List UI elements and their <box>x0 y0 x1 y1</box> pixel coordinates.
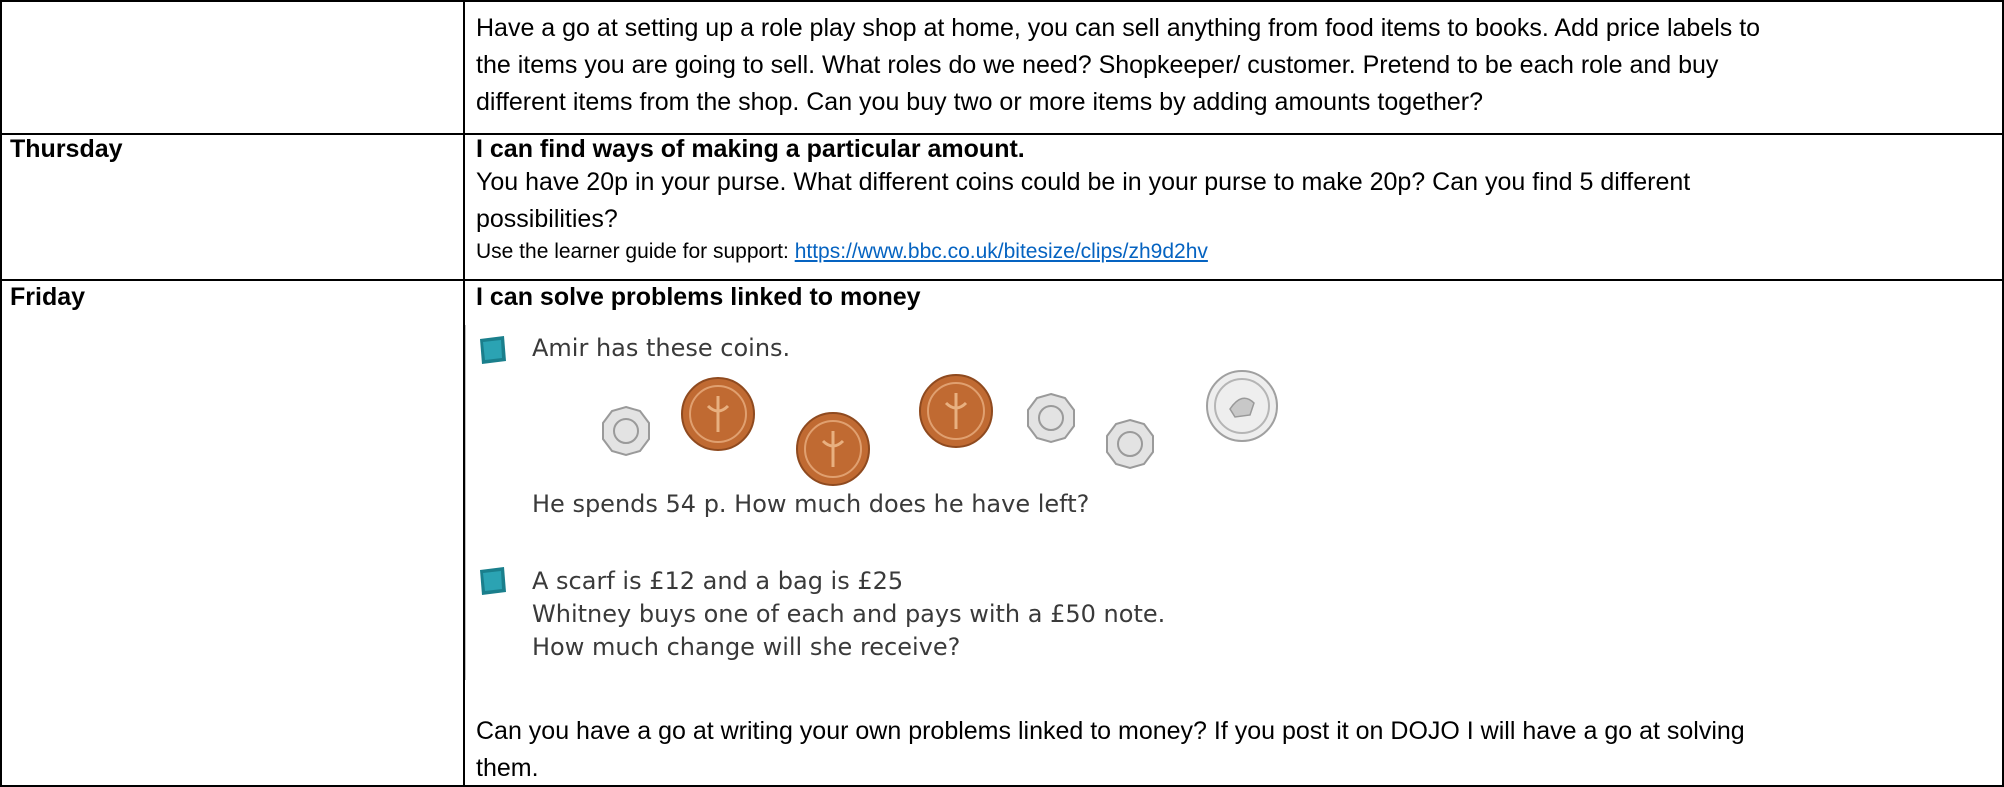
coin-icon <box>796 412 870 486</box>
table-border-top <box>0 0 2004 2</box>
question-1-text: He spends 54 p. How much does he have le… <box>532 490 1090 518</box>
bitesize-link[interactable]: https://www.bbc.co.uk/bitesize/clips/zh9… <box>795 240 1208 263</box>
thursday-heading: I can find ways of making a particular a… <box>476 135 1025 163</box>
question-2-line: A scarf is £12 and a bag is £25 <box>532 567 904 595</box>
coin-icon <box>602 405 650 457</box>
coin-icon <box>919 374 993 448</box>
day-label-thursday: Thursday <box>10 135 123 163</box>
question-2-line: How much change will she receive? <box>532 633 961 661</box>
question-2-text: A scarf is £12 and a bag is £25 Whitney … <box>532 565 1165 664</box>
role-play-paragraph: Have a go at setting up a role play shop… <box>476 10 1760 121</box>
paragraph-line: the items you are going to sell. What ro… <box>476 51 1719 79</box>
paragraph-line: Have a go at setting up a role play shop… <box>476 14 1761 42</box>
thursday-content: I can find ways of making a particular a… <box>476 134 1690 266</box>
row-divider-friday <box>0 279 2004 281</box>
question-marker-icon <box>480 336 506 364</box>
closing-paragraph: Can you have a go at writing your own pr… <box>476 713 1745 787</box>
day-label-friday: Friday <box>10 283 86 311</box>
support-line: Use the learner guide for support: https… <box>476 238 1690 266</box>
paragraph-line: Can you have a go at writing your own pr… <box>476 717 1745 745</box>
question-2-line: Whitney buys one of each and pays with a… <box>532 600 1166 628</box>
support-prefix: Use the learner guide for support: <box>476 240 795 263</box>
paragraph-line: possibilities? <box>476 205 618 233</box>
coin-icon <box>1106 418 1154 470</box>
coin-icon <box>681 377 755 451</box>
friday-heading: I can solve problems linked to money <box>476 283 921 311</box>
question-1-intro: Amir has these coins. <box>532 334 791 362</box>
table-border-left <box>0 0 2 787</box>
question-marker-icon <box>480 567 506 595</box>
paragraph-line: You have 20p in your purse. What differe… <box>476 168 1691 196</box>
worksheet-image-edge <box>465 325 466 680</box>
coin-icon <box>1206 370 1278 442</box>
paragraph-line: them. <box>476 754 539 782</box>
paragraph-line: different items from the shop. Can you b… <box>476 88 1484 116</box>
coin-icon <box>1027 392 1075 444</box>
